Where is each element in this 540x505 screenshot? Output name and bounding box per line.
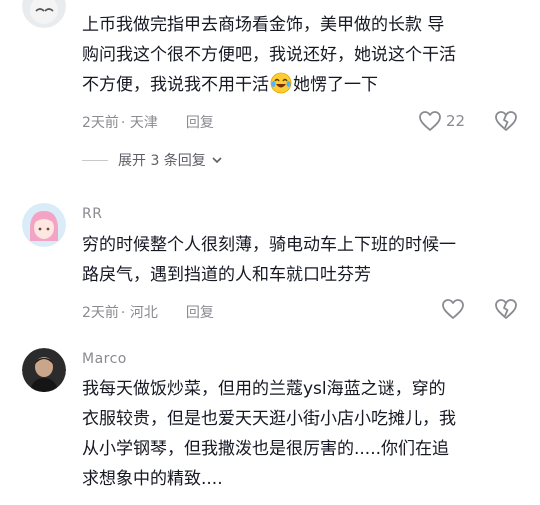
comment-meta: 2天前 · 河北 回复 bbox=[82, 302, 214, 322]
comment-text: 上币我做完指甲去商场看金饰，美甲做的长款 导 购问我这个很不方便吧，我说还好，她… bbox=[82, 15, 456, 95]
dislike-button[interactable] bbox=[494, 110, 518, 136]
expand-replies-button[interactable]: 展开 3 条回复 bbox=[82, 150, 224, 170]
comment-location: · 天津 bbox=[120, 115, 158, 131]
reply-button[interactable]: 回复 bbox=[186, 302, 214, 322]
divider bbox=[82, 159, 108, 161]
dislike-button[interactable] bbox=[494, 298, 518, 324]
heart-outline-icon bbox=[442, 299, 464, 319]
comment-time: 2天前 bbox=[82, 115, 119, 131]
like-button[interactable]: 22 bbox=[418, 110, 465, 132]
avatar[interactable] bbox=[22, 348, 66, 392]
avatar[interactable] bbox=[22, 203, 66, 247]
comment-location: · 河北 bbox=[120, 305, 158, 321]
avatar[interactable] bbox=[22, 0, 66, 28]
comment-time: 2天前 bbox=[82, 305, 119, 321]
laughing-tears-emoji-icon bbox=[270, 72, 292, 94]
heart-outline-icon bbox=[419, 111, 441, 131]
comment-meta: 2天前 · 天津 回复 bbox=[82, 112, 214, 132]
reply-button[interactable]: 回复 bbox=[186, 112, 214, 132]
comment-text: 我每天做饭炒菜，但用的兰蔻ysl海蓝之谜，穿的 衣服较贵，但是也爱天天逛小街小店… bbox=[82, 379, 456, 489]
username[interactable]: RR bbox=[82, 206, 102, 222]
broken-heart-icon bbox=[495, 299, 517, 319]
chevron-down-icon bbox=[212, 157, 222, 164]
broken-heart-icon bbox=[495, 111, 517, 131]
comment-text: 穷的时候整个人很刻薄，骑电动车上下班的时候一 路戾气，遇到挡道的人和车就口吐芬芳 bbox=[82, 235, 456, 285]
expand-replies-label: 展开 3 条回复 bbox=[118, 153, 206, 169]
like-count: 22 bbox=[446, 112, 466, 130]
username[interactable]: Marco bbox=[82, 351, 127, 367]
like-button[interactable] bbox=[441, 298, 465, 320]
